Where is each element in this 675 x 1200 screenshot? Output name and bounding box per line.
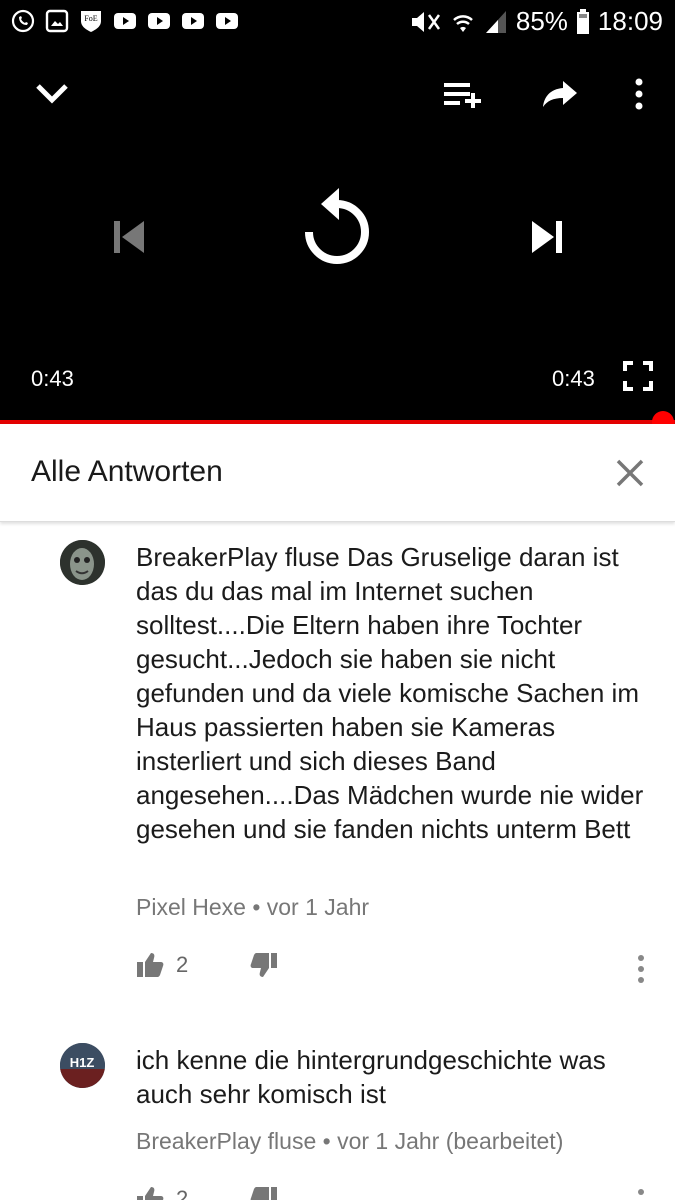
gallery-icon [44,8,70,34]
playlist-add-icon [444,83,481,108]
elapsed-time: 0:43 [31,366,74,391]
minimize-button[interactable] [30,76,74,112]
more-vertical-icon [638,955,644,983]
clock: 18:09 [597,6,663,36]
whatsapp-icon [10,8,36,34]
replay-button[interactable] [290,184,384,278]
battery-icon [576,8,589,34]
more-vertical-icon [635,78,643,110]
wifi-icon [453,14,473,32]
battery-percent: 85% [515,6,568,36]
signal-icon [485,10,506,33]
comment-meta: BreakerPlay fluse • vor 1 Jahr (bearbeit… [136,1128,564,1154]
chevron-down-icon [36,84,68,104]
mute-icon [411,11,440,32]
comment-meta: Pixel Hexe • vor 1 Jahr [136,894,370,920]
comment-text: ich kenne die hintergrundgeschichte was … [136,1045,606,1109]
skip-next-icon [532,221,562,253]
status-bar: FoE 85% 18:09 [0,0,675,46]
like-count: 2 [176,952,189,977]
notification-icons: FoE [10,8,240,34]
thumbs-down-icon[interactable] [250,952,278,978]
avatar[interactable] [60,540,105,585]
more-options-button[interactable] [624,74,654,114]
next-button[interactable] [520,212,576,262]
system-status: 85% 18:09 [408,6,663,37]
total-duration: 0:43 [552,366,595,391]
svg-text:FoE: FoE [84,14,97,23]
youtube-notification-icon [180,8,206,34]
comment-actions: 2 [136,1186,278,1200]
replay-icon [305,188,369,264]
avatar[interactable]: H1Z [60,1043,105,1088]
youtube-notification-icon [146,8,172,34]
fullscreen-icon [623,361,653,391]
close-icon [616,459,644,487]
video-player[interactable]: 0:43 0:43 [0,46,675,422]
comment-menu-button[interactable] [634,1188,648,1200]
comment-menu-button[interactable] [634,954,648,984]
more-vertical-icon [638,1189,644,1195]
replies-title: Alle Antworten [31,455,223,488]
thumbs-down-icon[interactable] [250,1186,278,1200]
share-button[interactable] [536,76,584,112]
share-arrow-icon [543,81,577,107]
fullscreen-button[interactable] [620,358,656,394]
replies-header: Alle Antworten [0,424,675,522]
svg-text:H1Z: H1Z [70,1055,95,1070]
foe-shield-icon: FoE [78,8,104,34]
thumbs-up-icon[interactable] [136,952,164,978]
comment-actions: 2 [136,952,278,978]
youtube-notification-icon [112,8,138,34]
like-count: 2 [176,1186,189,1200]
thumbs-up-icon[interactable] [136,1186,164,1200]
youtube-notification-icon [214,8,240,34]
comment-text: BreakerPlay fluse Das Gruselige daran is… [136,542,644,844]
add-to-playlist-button[interactable] [438,76,486,112]
close-replies-button[interactable] [612,455,648,491]
previous-button[interactable] [100,212,156,262]
skip-previous-icon [114,221,144,253]
